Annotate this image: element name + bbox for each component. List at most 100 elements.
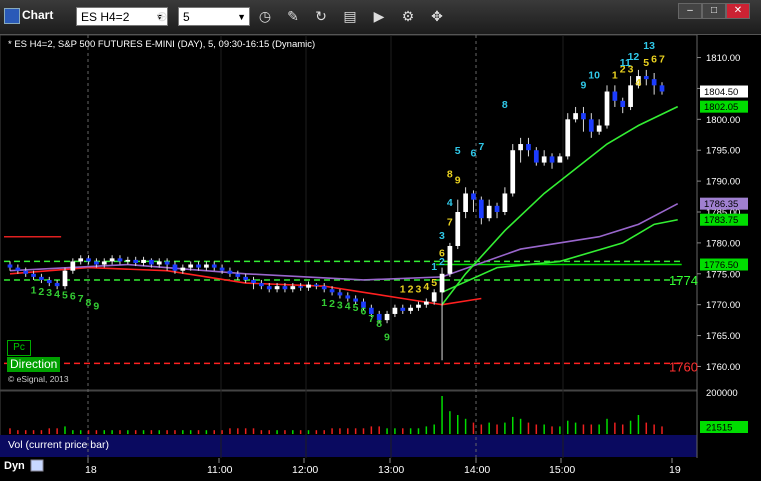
sequential-count-label: 4 [635, 77, 641, 89]
sequential-count-label: 5 [62, 290, 68, 302]
candle-body [211, 264, 217, 268]
candle-body [416, 304, 421, 308]
candle-body [643, 76, 649, 80]
price-tick-label: 1810.00 [706, 53, 740, 64]
candle-body [447, 245, 453, 274]
dyn-label[interactable]: Dyn [4, 460, 25, 472]
candle-body [180, 267, 186, 271]
price-marker-label: 1776.50 [704, 260, 738, 271]
time-tick-label: 14:00 [464, 464, 490, 476]
candle-body [439, 273, 445, 293]
candle-body [235, 273, 241, 277]
candle-body [533, 150, 539, 163]
candle-body [219, 267, 225, 271]
sequential-count-label: 6 [70, 291, 76, 303]
minimize-button[interactable]: – [678, 3, 702, 19]
level-value-label: 1760 [669, 359, 698, 374]
sequential-count-label: 3 [439, 230, 445, 242]
sequential-count-label: 9 [455, 175, 461, 187]
sequential-count-label: 8 [502, 99, 508, 111]
candle-body [596, 125, 602, 132]
draw-pencil-icon[interactable]: ✎ [283, 6, 303, 26]
candle-body [581, 113, 586, 120]
candle-body [612, 91, 618, 101]
candle-body [94, 261, 99, 265]
candle-body [651, 79, 657, 86]
symbol-value: ES H4=2 [81, 10, 130, 24]
sequential-count-label: 8 [86, 297, 92, 309]
candle-body [565, 119, 571, 157]
time-tick-label: 13:00 [378, 464, 404, 476]
sequential-count-label: 5 [431, 277, 437, 289]
sequential-count-label: 2 [408, 283, 414, 295]
clock-icon[interactable]: ◷ [255, 6, 275, 26]
candle-body [510, 150, 516, 194]
candle-body [196, 264, 201, 268]
candle-body [164, 261, 170, 265]
pc-indicator-label[interactable]: Pc [7, 340, 31, 356]
sequential-count-label: 1 [400, 283, 406, 295]
candle-body [384, 313, 390, 321]
sequential-count-label: 9 [384, 332, 390, 344]
candle-body [227, 270, 233, 274]
sequential-count-label: 2 [38, 286, 44, 298]
candle-body [274, 286, 280, 290]
price-tick-label: 1790.00 [706, 177, 740, 188]
direction-indicator-label[interactable]: Direction [7, 357, 61, 372]
candle-body [204, 264, 209, 268]
sequential-count-label: 12 [628, 51, 640, 63]
interval-value: 5 [183, 10, 190, 24]
close-button[interactable]: ✕ [726, 3, 750, 19]
price-tick-label: 1795.00 [706, 146, 740, 157]
price-marker-label: 1786.35 [704, 199, 738, 210]
candle-body [314, 284, 319, 287]
sequential-count-label: 1 [431, 261, 437, 273]
volume-panel-label: Vol (current price bar) [8, 439, 109, 451]
sequential-count-label: 1 [321, 297, 327, 309]
price-chart[interactable]: 1810.001805.001800.001795.001790.001785.… [0, 35, 761, 481]
time-tick-label: 15:00 [549, 464, 575, 476]
sequential-count-label: 7 [659, 53, 665, 65]
candle-body [526, 144, 531, 151]
candle-body [604, 91, 610, 126]
settings-icon[interactable]: ⚙ [398, 6, 418, 26]
refresh-icon[interactable]: ↻ [311, 6, 331, 26]
candle-body [400, 307, 406, 311]
sequential-count-label: 7 [447, 217, 453, 229]
sequential-count-label: 7 [478, 141, 484, 153]
link-icon[interactable]: ⊕ [152, 6, 172, 26]
sequential-count-label: 3 [415, 283, 421, 295]
candle-body [502, 193, 508, 212]
play-icon[interactable]: ▶ [369, 6, 389, 26]
move-icon[interactable]: ✥ [427, 6, 447, 26]
price-tick-label: 1800.00 [706, 115, 740, 126]
candle-body [392, 307, 398, 314]
price-pane-border [0, 35, 698, 391]
price-tick-label: 1765.00 [706, 331, 740, 342]
copyright-text: © eSignal, 2013 [8, 374, 69, 384]
candle-body [259, 283, 264, 287]
candle-body [243, 276, 249, 280]
candle-body [46, 279, 52, 284]
candle-body [659, 85, 665, 92]
candle-body [463, 193, 468, 212]
sequential-count-label: 6 [360, 306, 366, 318]
candle-body [117, 258, 123, 262]
maximize-button[interactable]: □ [702, 3, 726, 19]
price-marker-label: 1783.75 [704, 215, 738, 226]
chevron-down-icon[interactable]: ▼ [237, 8, 246, 27]
candle-body [39, 276, 44, 280]
sequential-count-label: 9 [93, 301, 99, 313]
sequential-count-label: 4 [54, 288, 60, 300]
candle-body [141, 259, 146, 263]
sequential-count-label: 5 [455, 145, 461, 157]
get-icon[interactable]: ▤ [340, 6, 360, 26]
volume-tick-label: 200000 [706, 388, 738, 399]
candle-body [133, 259, 139, 263]
candle-body [321, 286, 327, 290]
time-tick-label: 18 [85, 464, 97, 476]
candle-body [329, 289, 335, 293]
interval-input[interactable]: 5 ▼ [178, 7, 250, 26]
sequential-count-label: 6 [470, 147, 476, 159]
candle-body [455, 212, 461, 246]
